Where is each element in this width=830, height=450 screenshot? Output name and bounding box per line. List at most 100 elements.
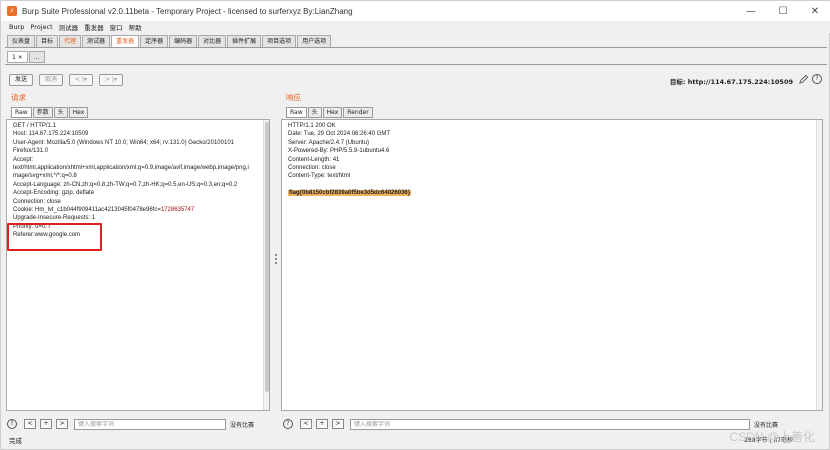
response-scrollbar[interactable] (816, 120, 822, 410)
request-editor[interactable]: GET / HTTP/1.1 Host: 114.67.175.224:1050… (6, 119, 270, 411)
response-tab-hex[interactable]: Hex (322, 107, 343, 118)
tab-extender[interactable]: 插件扩展 (227, 35, 262, 47)
next-match-button[interactable]: > (56, 419, 68, 429)
help-icon[interactable]: ? (283, 419, 293, 429)
response-line: Connection: close (288, 165, 336, 172)
menu-repeater[interactable]: 重发器 (84, 22, 104, 32)
tab-dashboard[interactable]: 仪表盘 (7, 35, 36, 47)
response-editor[interactable]: HTTP/1.1 200 OK Date: Tue, 29 Oct 2024 0… (281, 119, 823, 411)
maximize-button[interactable]: ☐ (767, 1, 799, 21)
add-button[interactable]: + (40, 419, 52, 429)
response-search-bar: ? < + > 键入搜索字词 没有比赛 (283, 417, 778, 431)
tab-comparer[interactable]: 对比器 (198, 35, 227, 47)
cookie-value: 1728635747 (160, 207, 195, 214)
response-search-input[interactable]: 键入搜索字词 (350, 418, 750, 430)
pane-splitter[interactable] (273, 91, 279, 413)
response-line: Server: Apache/2.4.7 (Ubuntu) (288, 139, 370, 146)
watermark: CSDN @上善化 (729, 430, 815, 444)
request-tab-hex[interactable]: Hex (68, 107, 89, 118)
flag-text: flag{0b8150cbf2839a0f5be3d5dc64026036} (288, 190, 412, 197)
tab-proxy[interactable]: 代理 (59, 35, 82, 47)
response-line: Date: Tue, 29 Oct 2024 06:26:40 GMT (288, 131, 391, 138)
highlight-annotation (7, 223, 102, 251)
prev-match-button[interactable]: < (300, 419, 312, 429)
menu-project[interactable]: Project (30, 23, 52, 31)
send-button[interactable]: 发送 (9, 74, 34, 86)
cancel-button[interactable]: 取消 (39, 74, 64, 86)
tab-target[interactable]: 目标 (36, 35, 59, 47)
request-line: Upgrade-Insecure-Requests: 1 (13, 215, 96, 222)
close-button[interactable]: ✕ (799, 1, 830, 21)
response-line: HTTP/1.1 200 OK (288, 123, 336, 129)
menu-window[interactable]: 窗口 (110, 22, 123, 32)
request-line: Accept: (13, 156, 34, 163)
menu-help[interactable]: 帮助 (129, 22, 142, 32)
window-controls: — ☐ ✕ (735, 1, 830, 21)
repeater-toolbar: 发送 取消 < |▾ > |▾ (9, 73, 129, 87)
response-title: 响应 (286, 93, 301, 102)
add-button[interactable]: + (316, 419, 328, 429)
request-tabs: Raw 参数 头 Hex (11, 107, 89, 118)
burp-window: ⚡ Burp Suite Professional v2.0.11beta - … (0, 0, 830, 450)
response-line: Content-Type: text/html (288, 173, 351, 180)
grip-dot (275, 262, 277, 264)
repeater-tab-new[interactable]: ... (28, 51, 45, 63)
response-line: X-Powered-By: PHP/5.5.9-1ubuntu4.6 (288, 148, 390, 155)
tab-decoder[interactable]: 编码器 (169, 35, 198, 47)
request-line: Accept-Language: zh-CN,zh;q=0.8,zh-TW;q=… (13, 181, 238, 188)
request-title: 请求 (11, 93, 26, 102)
request-line: GET / HTTP/1.1 (13, 123, 56, 129)
repeater-tabs: 1 × ... (7, 51, 46, 64)
tab-divider (5, 47, 827, 48)
burp-logo-icon: ⚡ (7, 6, 17, 16)
request-line: Connection: close (13, 198, 61, 205)
cookie-key: Cookie: Hm_lvt_c1b044f909411ac4213045f04… (13, 207, 161, 214)
title-bar: ⚡ Burp Suite Professional v2.0.11beta - … (1, 1, 830, 21)
request-line: mage/svg+xml,*/*;q=0.8 (13, 173, 77, 180)
response-tab-render[interactable]: Render (343, 107, 373, 118)
response-body: flag{0b8150cbf2839a0f5be3d5dc64026036} (288, 189, 820, 197)
request-line: Accept-Encoding: gzip, deflate (13, 190, 95, 197)
status-text: 完成 (9, 437, 22, 445)
request-scrollbar[interactable] (263, 120, 269, 410)
next-match-button[interactable]: > (332, 419, 344, 429)
request-tab-headers[interactable]: 头 (53, 107, 68, 118)
request-text: GET / HTTP/1.1 Host: 114.67.175.224:1050… (7, 120, 269, 240)
pencil-icon[interactable] (798, 74, 809, 85)
request-line: Firefox/131.0 (13, 148, 49, 155)
response-line: Content-Length: 41 (288, 156, 340, 163)
window-title: Burp Suite Professional v2.0.11beta - Te… (22, 6, 353, 16)
help-icon[interactable]: ? (7, 419, 17, 429)
back-button[interactable]: < |▾ (69, 74, 93, 86)
request-tab-raw[interactable]: Raw (11, 107, 32, 118)
minimize-button[interactable]: — (735, 1, 767, 21)
tab-intruder[interactable]: 测试器 (82, 35, 111, 47)
help-icon[interactable]: ? (812, 74, 822, 84)
grip-dot (275, 258, 277, 260)
tab-sequencer[interactable]: 定序器 (140, 35, 169, 47)
menu-intruder[interactable]: 测试器 (59, 22, 79, 32)
tab-user-options[interactable]: 用户选项 (297, 35, 332, 47)
request-line: Host: 114.67.175.224:10509 (13, 131, 89, 138)
subtab-divider (5, 64, 827, 65)
prev-match-button[interactable]: < (24, 419, 36, 429)
menu-burp[interactable]: Burp (9, 23, 24, 31)
tab-repeater[interactable]: 重发器 (111, 35, 140, 47)
request-search-bar: ? < + > 键入搜索字词 没有比赛 (7, 417, 254, 431)
menu-bar: Burp Project 测试器 重发器 窗口 帮助 (1, 21, 830, 33)
tab-project-options[interactable]: 项目选项 (262, 35, 297, 47)
request-tab-params[interactable]: 参数 (32, 107, 53, 118)
repeater-tab-1[interactable]: 1 × (7, 51, 28, 63)
forward-button[interactable]: > |▾ (99, 74, 123, 86)
request-line: User-Agent: Mozilla/5.0 (Windows NT 10.0… (13, 139, 234, 146)
cookie-line: Cookie: Hm_lvt_c1b044f909411ac4213045f04… (13, 206, 267, 214)
response-tabs: Raw 头 Hex Render (286, 107, 374, 118)
target-label: 目标: http://114.67.175.224:10509 (669, 78, 793, 86)
scroll-thumb[interactable] (265, 122, 269, 392)
grip-dot (275, 254, 277, 256)
request-search-input[interactable]: 键入搜索字词 (74, 418, 226, 430)
response-tab-raw[interactable]: Raw (286, 107, 307, 118)
request-match-count: 没有比赛 (230, 421, 255, 429)
response-tab-headers[interactable]: 头 (307, 107, 322, 118)
